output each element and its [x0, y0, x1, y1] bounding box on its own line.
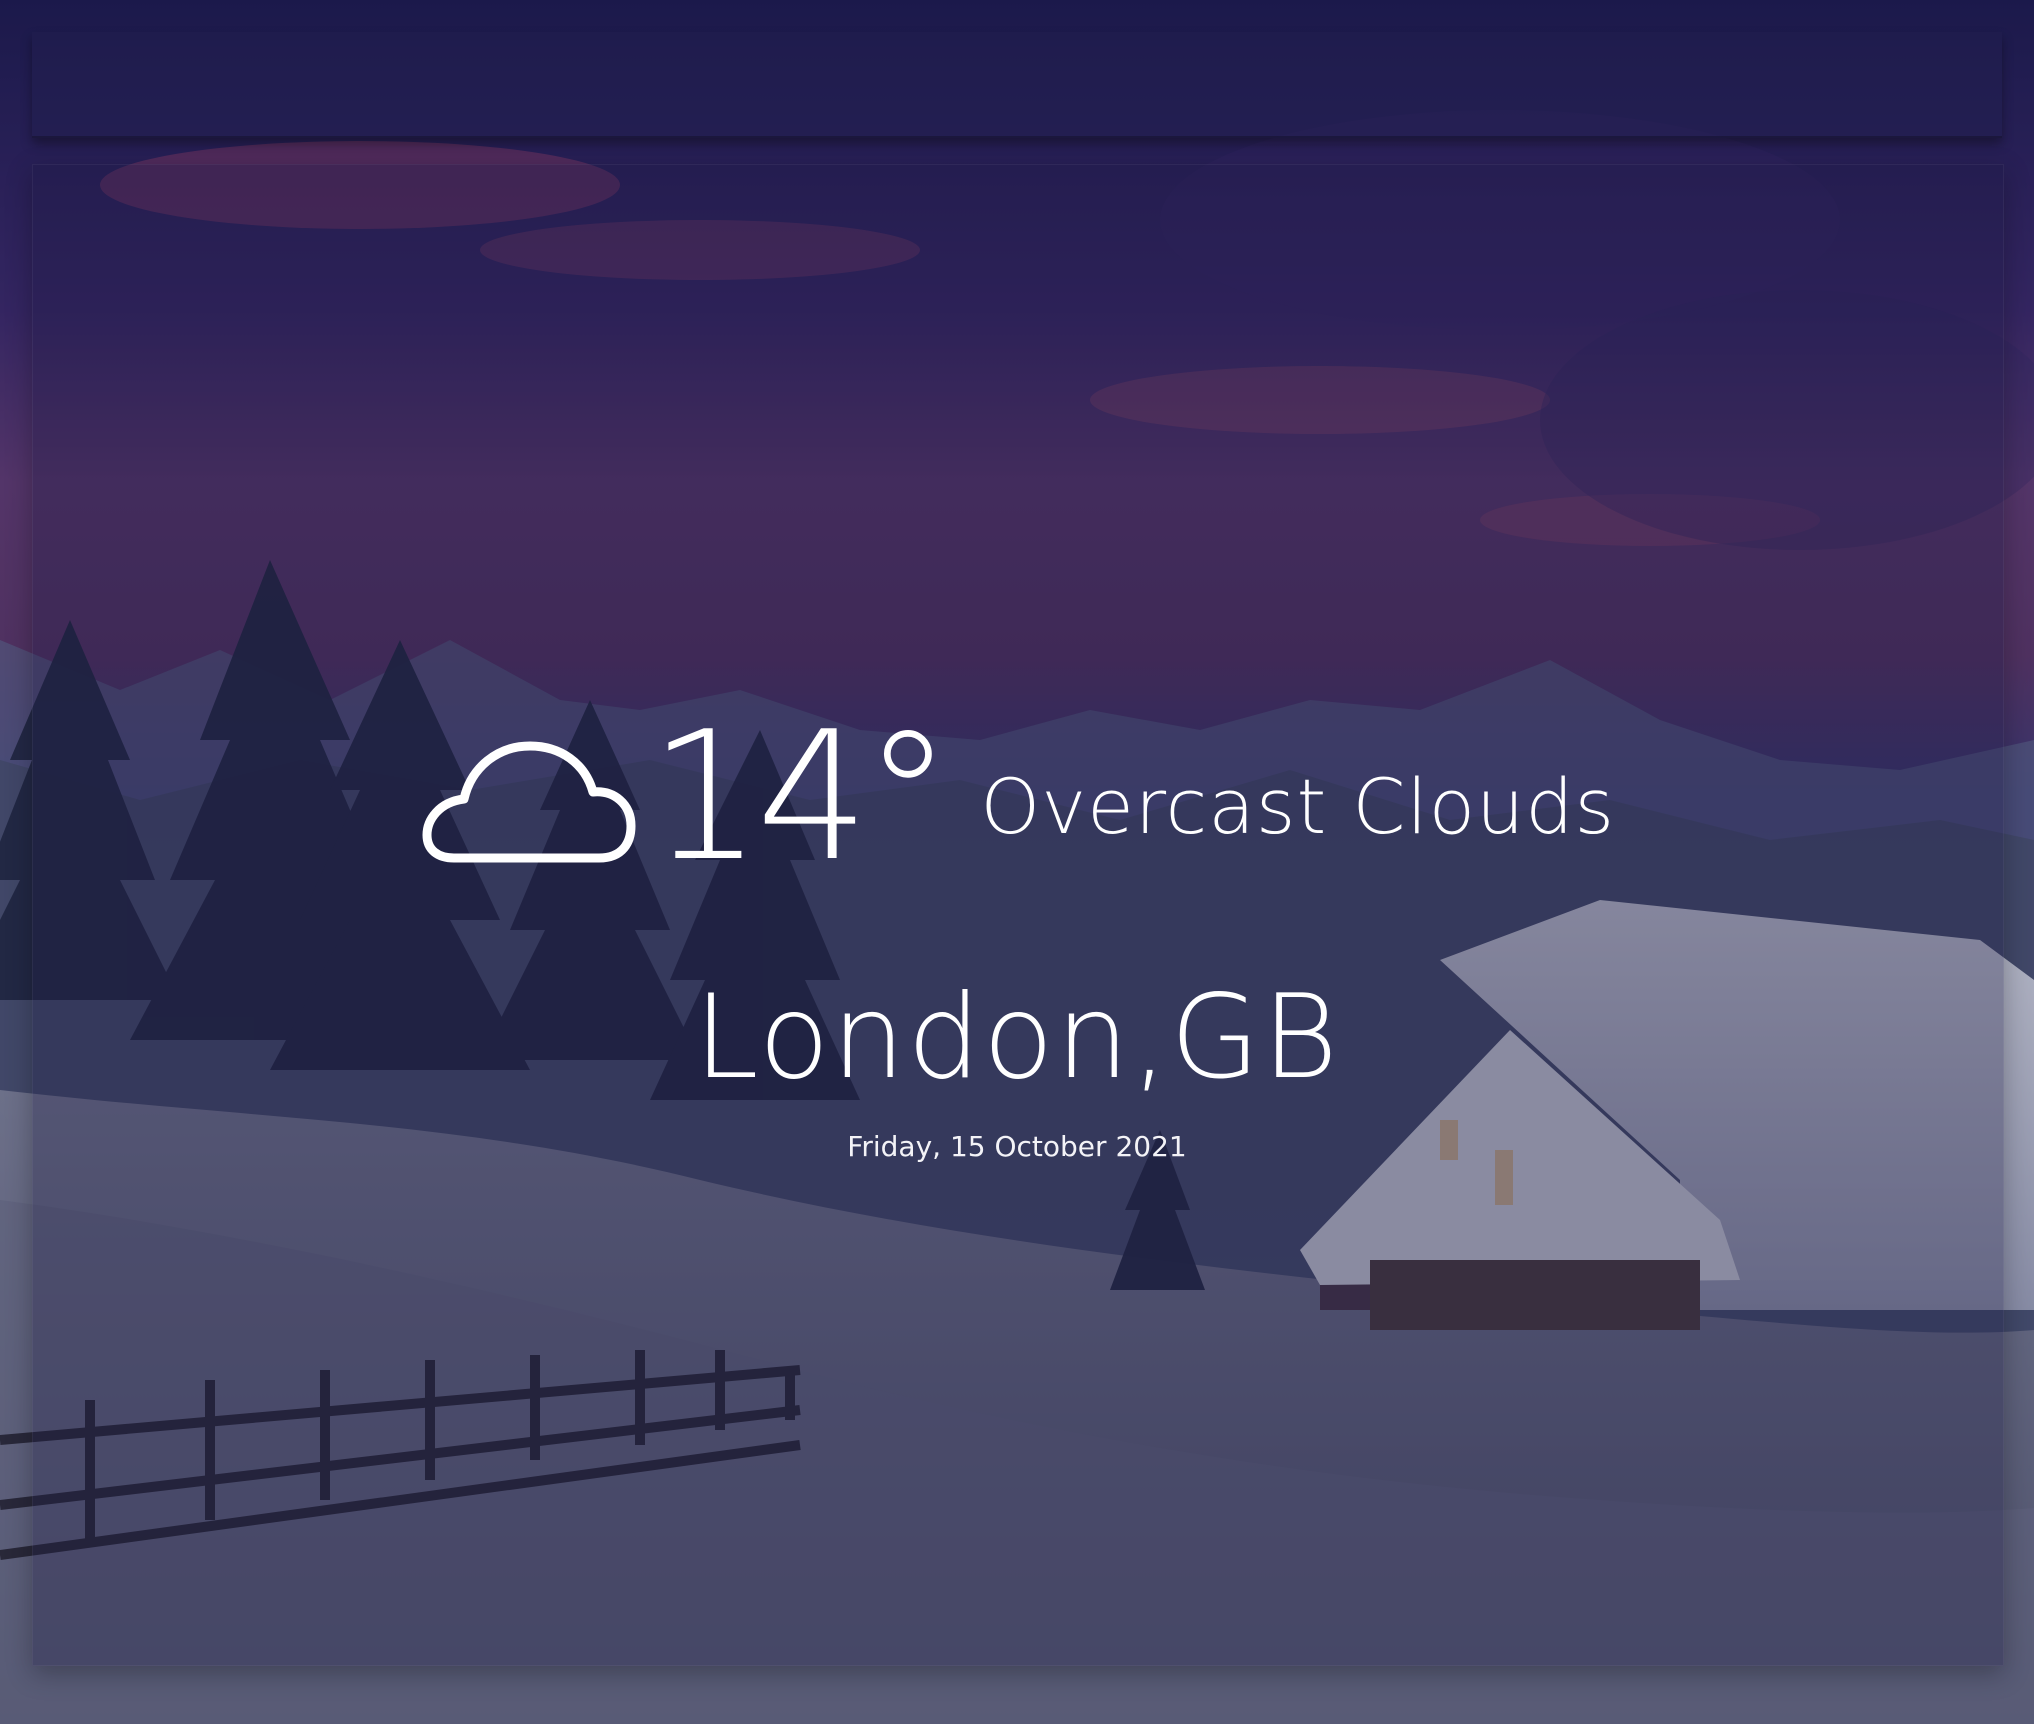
location-name: London,GB	[694, 970, 1340, 1105]
current-weather: 14° Overcast Clouds	[0, 700, 2034, 900]
current-date: Friday, 15 October 2021	[847, 1130, 1187, 1163]
top-toolbar	[32, 32, 2002, 138]
cloud-icon	[422, 741, 636, 863]
weather-description: Overcast Clouds	[980, 761, 1616, 851]
weather-app: 14° Overcast Clouds London,GB Friday, 15…	[0, 0, 2034, 1724]
temperature-value: 14°	[648, 693, 952, 900]
weather-panel	[32, 164, 2004, 1666]
